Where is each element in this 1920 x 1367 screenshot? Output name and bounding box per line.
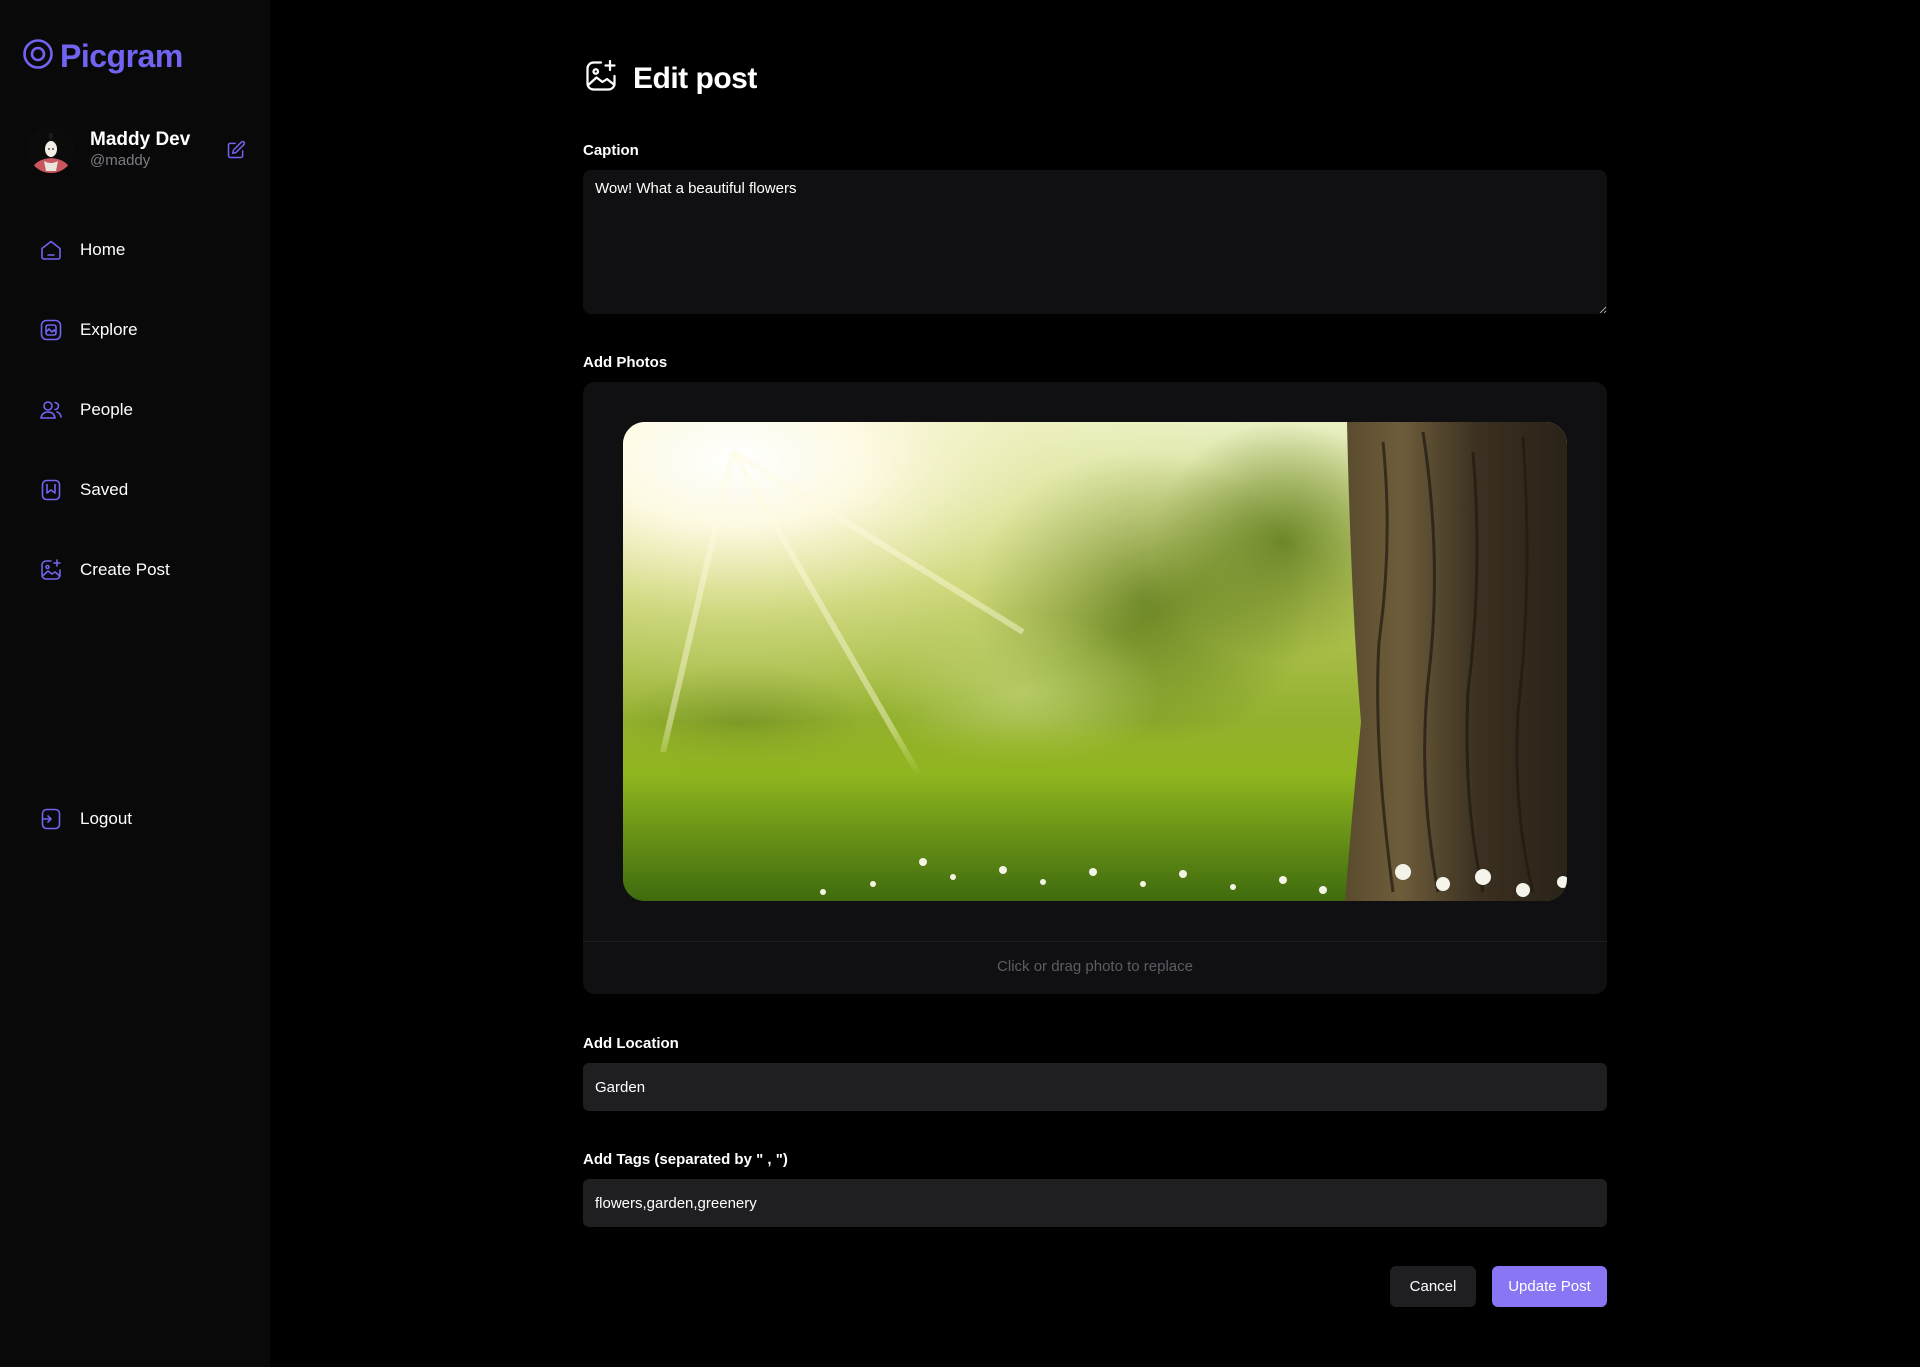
caption-textarea[interactable]: Wow! What a beautiful flowers	[583, 170, 1607, 314]
sidebar-item-label: Saved	[80, 480, 129, 499]
people-icon	[38, 397, 64, 423]
cancel-button[interactable]: Cancel	[1390, 1266, 1476, 1307]
logout-icon	[38, 806, 64, 832]
tags-label: Add Tags (separated by " , ")	[583, 1151, 788, 1168]
user-profile[interactable]: Maddy Dev @maddy	[28, 124, 250, 176]
profile-name: Maddy Dev	[90, 129, 191, 150]
logout-button[interactable]: Logout	[38, 799, 238, 839]
sidebar: Picgram Maddy Dev @maddy Home Explore Pe…	[0, 0, 270, 1367]
app-logo[interactable]: Picgram	[22, 38, 183, 75]
explore-icon	[38, 317, 64, 343]
gallery-add-icon	[38, 557, 64, 583]
page-header: Edit post	[583, 58, 757, 99]
location-label: Add Location	[583, 1035, 679, 1052]
tags-input[interactable]	[583, 1179, 1607, 1227]
add-photos-label: Add Photos	[583, 354, 668, 371]
sidebar-item-saved[interactable]: Saved	[38, 470, 238, 510]
location-input[interactable]	[583, 1063, 1607, 1111]
update-post-button[interactable]: Update Post	[1492, 1266, 1607, 1307]
caption-label: Caption	[583, 142, 639, 159]
dropzone-divider	[583, 941, 1607, 942]
photo-replace-hint[interactable]: Click or drag photo to replace	[583, 958, 1607, 975]
photo-dropzone[interactable]: Click or drag photo to replace	[583, 382, 1607, 994]
sidebar-item-people[interactable]: People	[38, 390, 238, 430]
page-title: Edit post	[633, 61, 757, 95]
gallery-add-icon	[583, 58, 619, 99]
profile-handle: @maddy	[90, 152, 151, 169]
sidebar-item-home[interactable]: Home	[38, 230, 238, 270]
bookmark-icon	[38, 477, 64, 503]
sidebar-item-create-post[interactable]: Create Post	[38, 550, 238, 590]
post-photo[interactable]	[623, 422, 1567, 901]
sidebar-item-label: Explore	[80, 320, 138, 339]
sidebar-item-label: People	[80, 400, 133, 419]
sidebar-item-explore[interactable]: Explore	[38, 310, 238, 350]
picgram-logo-icon	[22, 38, 54, 75]
app-name: Picgram	[60, 38, 183, 74]
avatar[interactable]	[28, 127, 74, 173]
sidebar-item-label: Home	[80, 240, 126, 259]
sidebar-item-label: Create Post	[80, 560, 170, 579]
logout-label: Logout	[80, 809, 132, 828]
home-icon	[38, 237, 64, 263]
edit-icon[interactable]	[224, 138, 248, 162]
